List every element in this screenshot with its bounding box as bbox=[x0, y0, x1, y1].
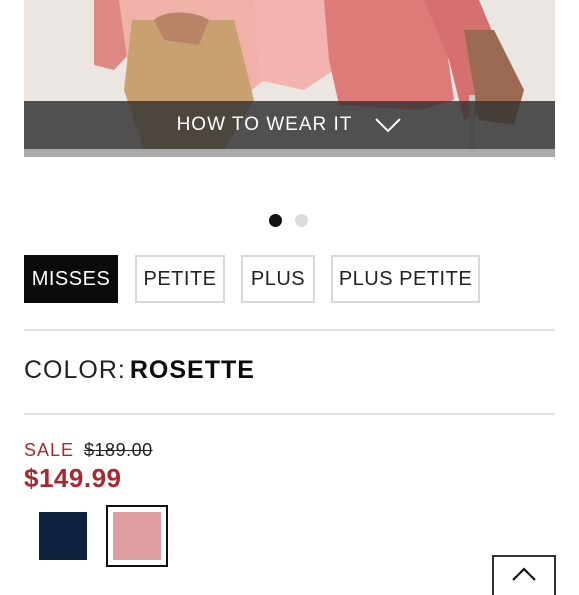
back-to-top-button[interactable] bbox=[492, 555, 556, 595]
size-tab-plus-petite[interactable]: PLUS PETITE bbox=[331, 255, 480, 303]
how-to-wear-it-label: HOW TO WEAR IT bbox=[176, 114, 353, 135]
size-tab-misses[interactable]: MISSES bbox=[24, 255, 118, 303]
size-tab-label: PLUS PETITE bbox=[338, 267, 473, 290]
color-selection: COLOR: ROSETTE bbox=[24, 356, 255, 385]
hero-bottom-strip bbox=[24, 149, 555, 157]
original-price: $189.00 bbox=[84, 440, 153, 460]
color-label: COLOR: bbox=[24, 356, 126, 384]
chevron-down-icon bbox=[375, 118, 402, 133]
swatch-navy[interactable] bbox=[39, 512, 87, 560]
swatch-rosette-fill bbox=[113, 512, 161, 560]
carousel-dots bbox=[269, 214, 308, 227]
divider bbox=[24, 413, 555, 415]
size-tab-petite[interactable]: PETITE bbox=[135, 255, 225, 303]
size-tab-label: PLUS bbox=[250, 267, 306, 290]
swatch-rosette[interactable] bbox=[106, 505, 168, 567]
sale-price: $149.99 bbox=[24, 463, 122, 493]
chevron-up-icon bbox=[512, 567, 536, 581]
divider bbox=[24, 329, 555, 331]
color-value: ROSETTE bbox=[129, 356, 255, 384]
size-tab-label: PETITE bbox=[143, 267, 217, 290]
hero-image: HOW TO WEAR IT bbox=[24, 0, 555, 157]
carousel-dot-2[interactable] bbox=[295, 214, 308, 227]
how-to-wear-it-button[interactable]: HOW TO WEAR IT bbox=[24, 101, 555, 149]
size-tab-plus[interactable]: PLUS bbox=[241, 255, 315, 303]
price-block: SALE $189.00 $149.99 bbox=[24, 440, 153, 494]
carousel-dot-1[interactable] bbox=[269, 214, 282, 227]
sale-label: SALE bbox=[24, 440, 75, 460]
size-tab-label: MISSES bbox=[31, 267, 111, 290]
